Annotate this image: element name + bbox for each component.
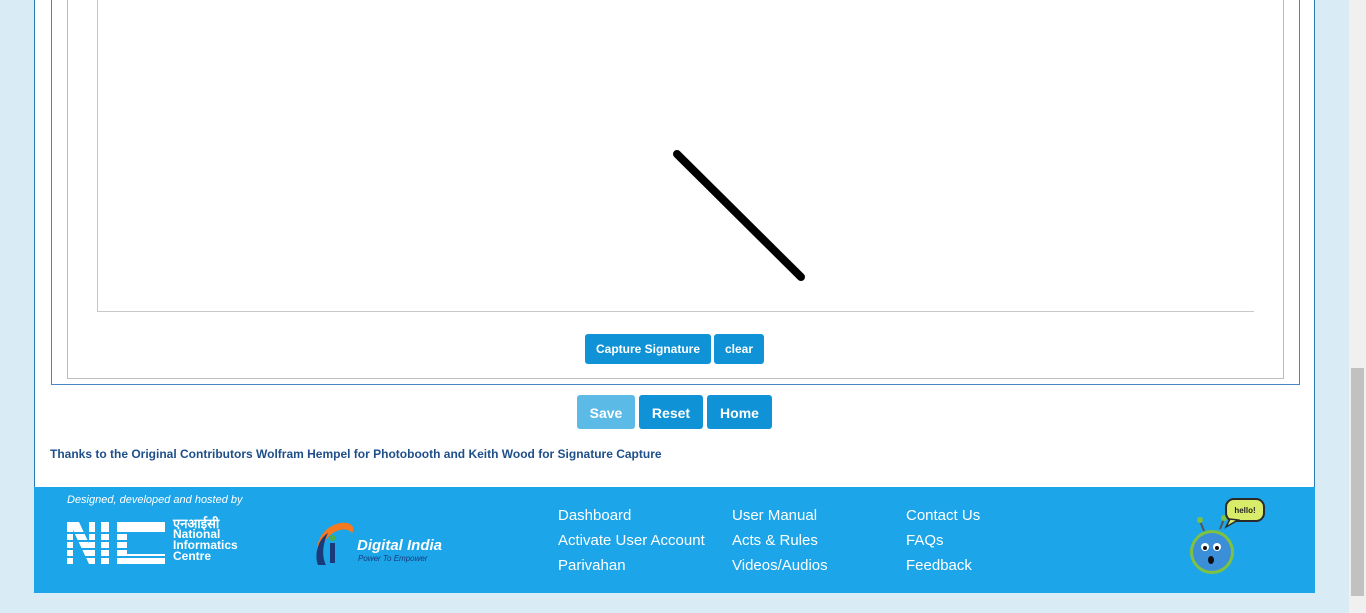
reset-button[interactable]: Reset <box>639 395 703 429</box>
designed-by-text: Designed, developed and hosted by <box>67 494 243 506</box>
footer-link-acts-rules[interactable]: Acts & Rules <box>732 532 818 549</box>
digital-india-logo-icon <box>316 522 354 565</box>
nic-logo-icon <box>67 522 167 564</box>
vertical-scrollbar[interactable] <box>1349 0 1366 613</box>
signature-canvas[interactable] <box>97 0 1254 312</box>
footer-link-parivahan[interactable]: Parivahan <box>558 557 626 574</box>
clear-button[interactable]: clear <box>714 334 764 364</box>
digital-india-tagline: Power To Empower <box>358 554 428 563</box>
signature-stroke <box>673 150 805 281</box>
footer-link-faqs[interactable]: FAQs <box>906 532 944 549</box>
nic-name: एनआईसी National Informatics Centre <box>173 516 238 563</box>
footer-link-videos-audios[interactable]: Videos/Audios <box>732 557 828 574</box>
footer: Designed, developed and hosted by एनआईसी… <box>34 487 1315 593</box>
footer-link-contact-us[interactable]: Contact Us <box>906 507 980 524</box>
capture-signature-button[interactable]: Capture Signature <box>585 334 711 364</box>
signature-outer-panel <box>51 0 1300 385</box>
mascot-bubble-text: hello! <box>1234 506 1255 515</box>
footer-link-feedback[interactable]: Feedback <box>906 557 972 574</box>
credits-text: Thanks to the Original Contributors Wolf… <box>50 447 662 461</box>
home-button[interactable]: Home <box>707 395 772 429</box>
footer-link-dashboard[interactable]: Dashboard <box>558 507 631 524</box>
digital-india-name: Digital India <box>357 537 443 554</box>
signature-inner-panel <box>67 0 1284 379</box>
footer-link-user-manual[interactable]: User Manual <box>732 507 817 524</box>
scrollbar-thumb[interactable] <box>1351 368 1364 596</box>
chatbot-mascot-icon[interactable]: hello! <box>1186 497 1268 577</box>
save-button[interactable]: Save <box>577 395 635 429</box>
footer-link-activate-user-account[interactable]: Activate User Account <box>558 532 705 549</box>
